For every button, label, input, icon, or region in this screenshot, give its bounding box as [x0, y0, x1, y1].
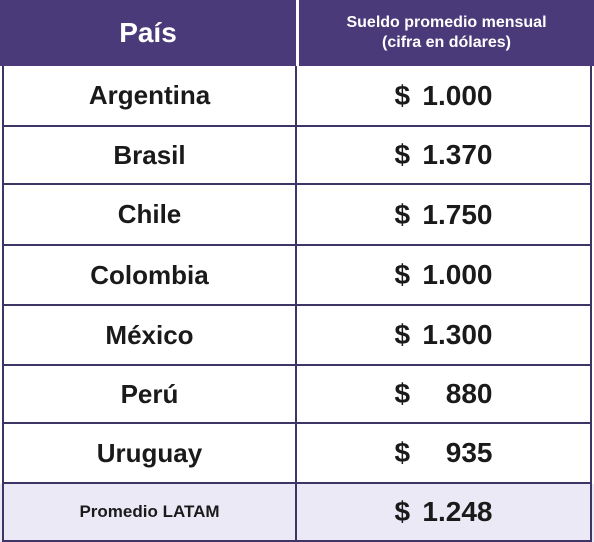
- salary-cell: $1.000: [297, 66, 592, 127]
- currency-symbol: $: [394, 496, 411, 527]
- currency-symbol: $: [394, 139, 411, 170]
- total-amount: 1.248: [422, 496, 493, 527]
- salary-amount: 1.750: [422, 198, 493, 230]
- salary-amount: 1.300: [422, 319, 493, 350]
- salary-cell: $1.370: [297, 127, 592, 185]
- country-cell: Argentina: [2, 66, 297, 127]
- currency-symbol: $: [394, 437, 411, 468]
- salary-cell: $1.000: [297, 246, 592, 306]
- header-salary: Sueldo promedio mensual (cifra en dólare…: [299, 0, 594, 66]
- country-cell: Uruguay: [2, 424, 297, 484]
- header-country: País: [119, 17, 177, 48]
- salary-cell: $880: [297, 366, 592, 424]
- country-cell: México: [2, 306, 297, 366]
- table-row: Argentina $1.000: [0, 66, 594, 127]
- currency-symbol: $: [394, 79, 411, 111]
- salary-table: País Sueldo promedio mensual (cifra en d…: [0, 0, 594, 542]
- country-cell: Colombia: [2, 246, 297, 306]
- header-salary-line2: (cifra en dólares): [382, 34, 511, 51]
- table-row: Uruguay $935: [0, 424, 594, 484]
- table-header: País Sueldo promedio mensual (cifra en d…: [0, 0, 594, 66]
- table-row: México $1.300: [0, 306, 594, 366]
- salary-amount: 880: [445, 378, 493, 409]
- header-salary-line1: Sueldo promedio mensual: [346, 14, 547, 31]
- salary-cell: $1.750: [297, 185, 592, 246]
- country-cell: Brasil: [2, 127, 297, 185]
- total-label: Promedio LATAM: [2, 484, 297, 542]
- total-row: Promedio LATAM $1.248: [0, 484, 594, 542]
- currency-symbol: $: [394, 198, 411, 230]
- salary-amount: 1.000: [422, 79, 493, 111]
- table-row: Colombia $1.000: [0, 246, 594, 306]
- currency-symbol: $: [394, 259, 411, 290]
- salary-cell: $935: [297, 424, 592, 484]
- table-row: Brasil $1.370: [0, 127, 594, 185]
- salary-amount: 1.000: [422, 259, 493, 290]
- currency-symbol: $: [394, 378, 411, 409]
- country-cell: Perú: [2, 366, 297, 424]
- total-salary-cell: $1.248: [297, 484, 592, 542]
- country-cell: Chile: [2, 185, 297, 246]
- salary-cell: $1.300: [297, 306, 592, 366]
- salary-amount: 935: [445, 437, 493, 468]
- salary-amount: 1.370: [422, 139, 493, 170]
- table-row: Perú $880: [0, 366, 594, 424]
- table-row: Chile $1.750: [0, 185, 594, 246]
- currency-symbol: $: [394, 319, 411, 350]
